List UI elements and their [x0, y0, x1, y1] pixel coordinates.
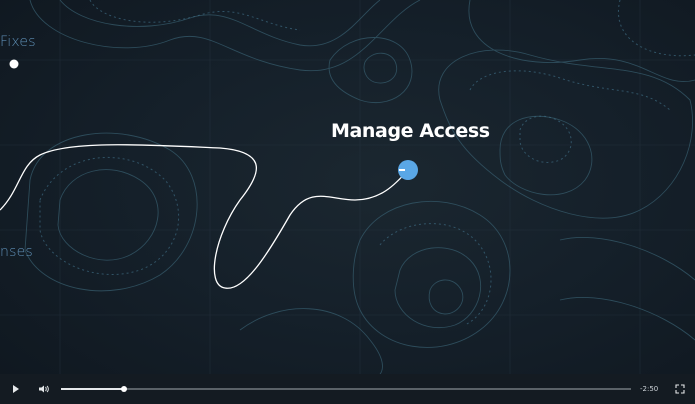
map-label-fixes: Fixes: [0, 34, 36, 50]
video-controls: -2:50: [0, 374, 695, 404]
volume-icon: [39, 385, 49, 393]
seek-bar[interactable]: [61, 382, 631, 396]
fullscreen-button[interactable]: [671, 380, 689, 398]
seek-fill: [61, 388, 124, 390]
progress-path: [0, 144, 409, 289]
seek-thumb[interactable]: [120, 386, 127, 392]
play-button[interactable]: [7, 380, 25, 398]
map-node-manage-access[interactable]: [398, 160, 418, 180]
dotted-contours: [39, 0, 695, 326]
map-grid: [0, 0, 695, 374]
time-remaining: -2:50: [640, 385, 659, 393]
play-icon: [13, 385, 19, 393]
video-player: Fixes nses Manage Access -2:50: [0, 0, 695, 404]
map-node-fixes[interactable]: [9, 59, 19, 69]
map-label-nses: nses: [0, 244, 33, 260]
map-title: Manage Access: [331, 120, 490, 142]
topographic-map-canvas: [0, 0, 695, 374]
seek-track: [61, 388, 631, 390]
fullscreen-icon: [675, 384, 685, 394]
volume-button[interactable]: [35, 380, 53, 398]
